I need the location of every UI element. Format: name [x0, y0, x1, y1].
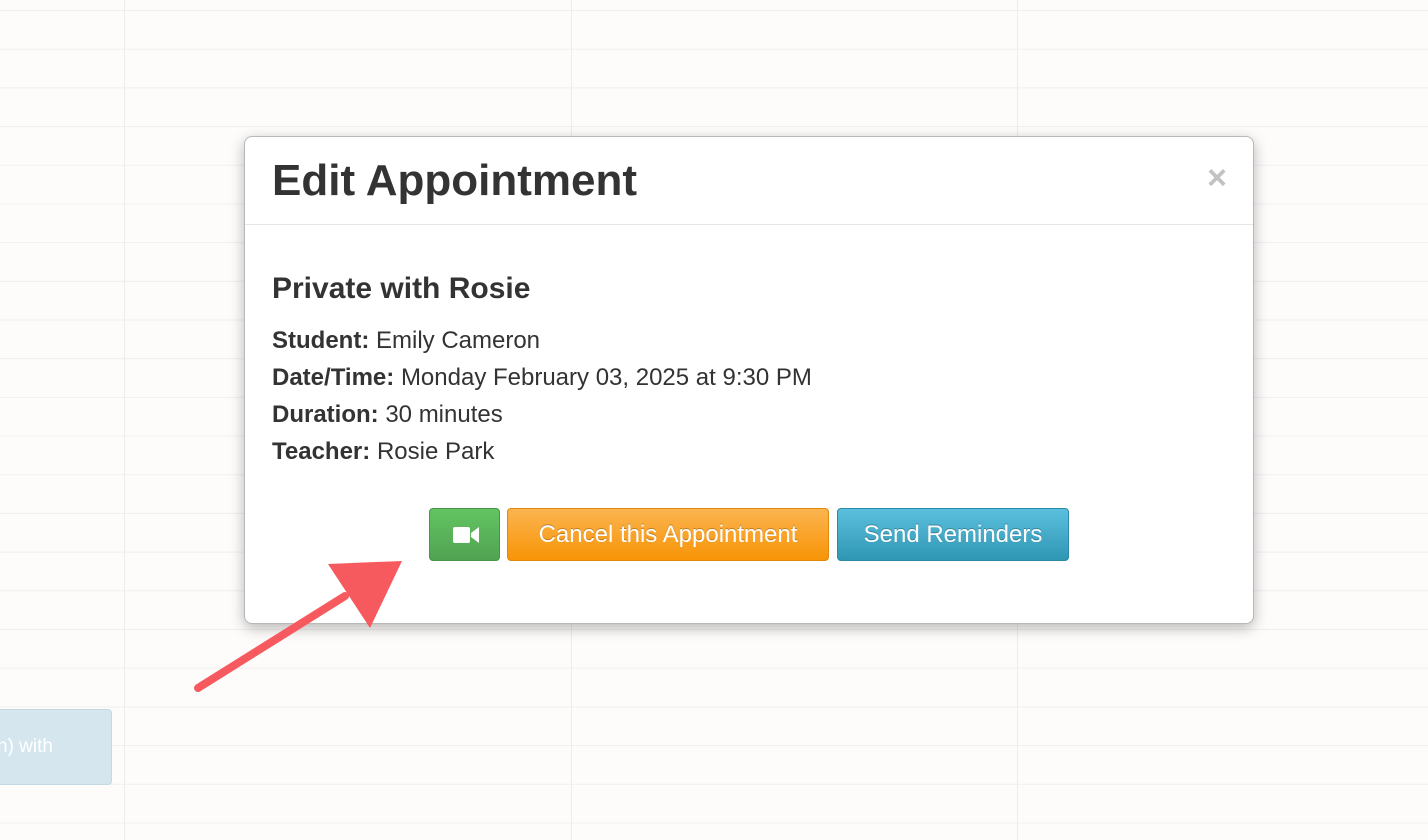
datetime-detail: Date/Time: Monday February 03, 2025 at 9…: [272, 363, 812, 393]
teacher-detail: Teacher: Rosie Park: [272, 437, 494, 467]
modal-header: Edit Appointment ×: [245, 137, 1253, 225]
video-camera-icon: [453, 527, 479, 543]
datetime-label: Date/Time:: [272, 364, 395, 391]
close-button[interactable]: ×: [1207, 161, 1227, 195]
teacher-label: Teacher:: [272, 438, 371, 465]
cancel-appointment-button[interactable]: Cancel this Appointment: [507, 508, 829, 561]
appointment-title: Private with Rosie: [272, 272, 531, 305]
calendar-event[interactable]: n) with: [0, 709, 112, 785]
duration-value: 30 minutes: [385, 401, 503, 428]
video-call-button[interactable]: [429, 508, 500, 561]
duration-label: Duration:: [272, 401, 379, 428]
datetime-value: Monday February 03, 2025 at 9:30 PM: [400, 364, 812, 391]
duration-detail: Duration: 30 minutes: [272, 400, 503, 430]
student-value: Emily Cameron: [375, 327, 541, 354]
edit-appointment-modal: Edit Appointment × Private with Rosie St…: [244, 136, 1254, 624]
calendar-column-divider: [124, 0, 125, 840]
send-reminders-button[interactable]: Send Reminders: [837, 508, 1069, 561]
student-detail: Student: Emily Cameron: [272, 326, 540, 356]
modal-title: Edit Appointment: [272, 156, 637, 205]
teacher-value: Rosie Park: [376, 438, 495, 465]
student-label: Student:: [272, 327, 370, 354]
calendar-event-label: n) with: [0, 736, 53, 757]
